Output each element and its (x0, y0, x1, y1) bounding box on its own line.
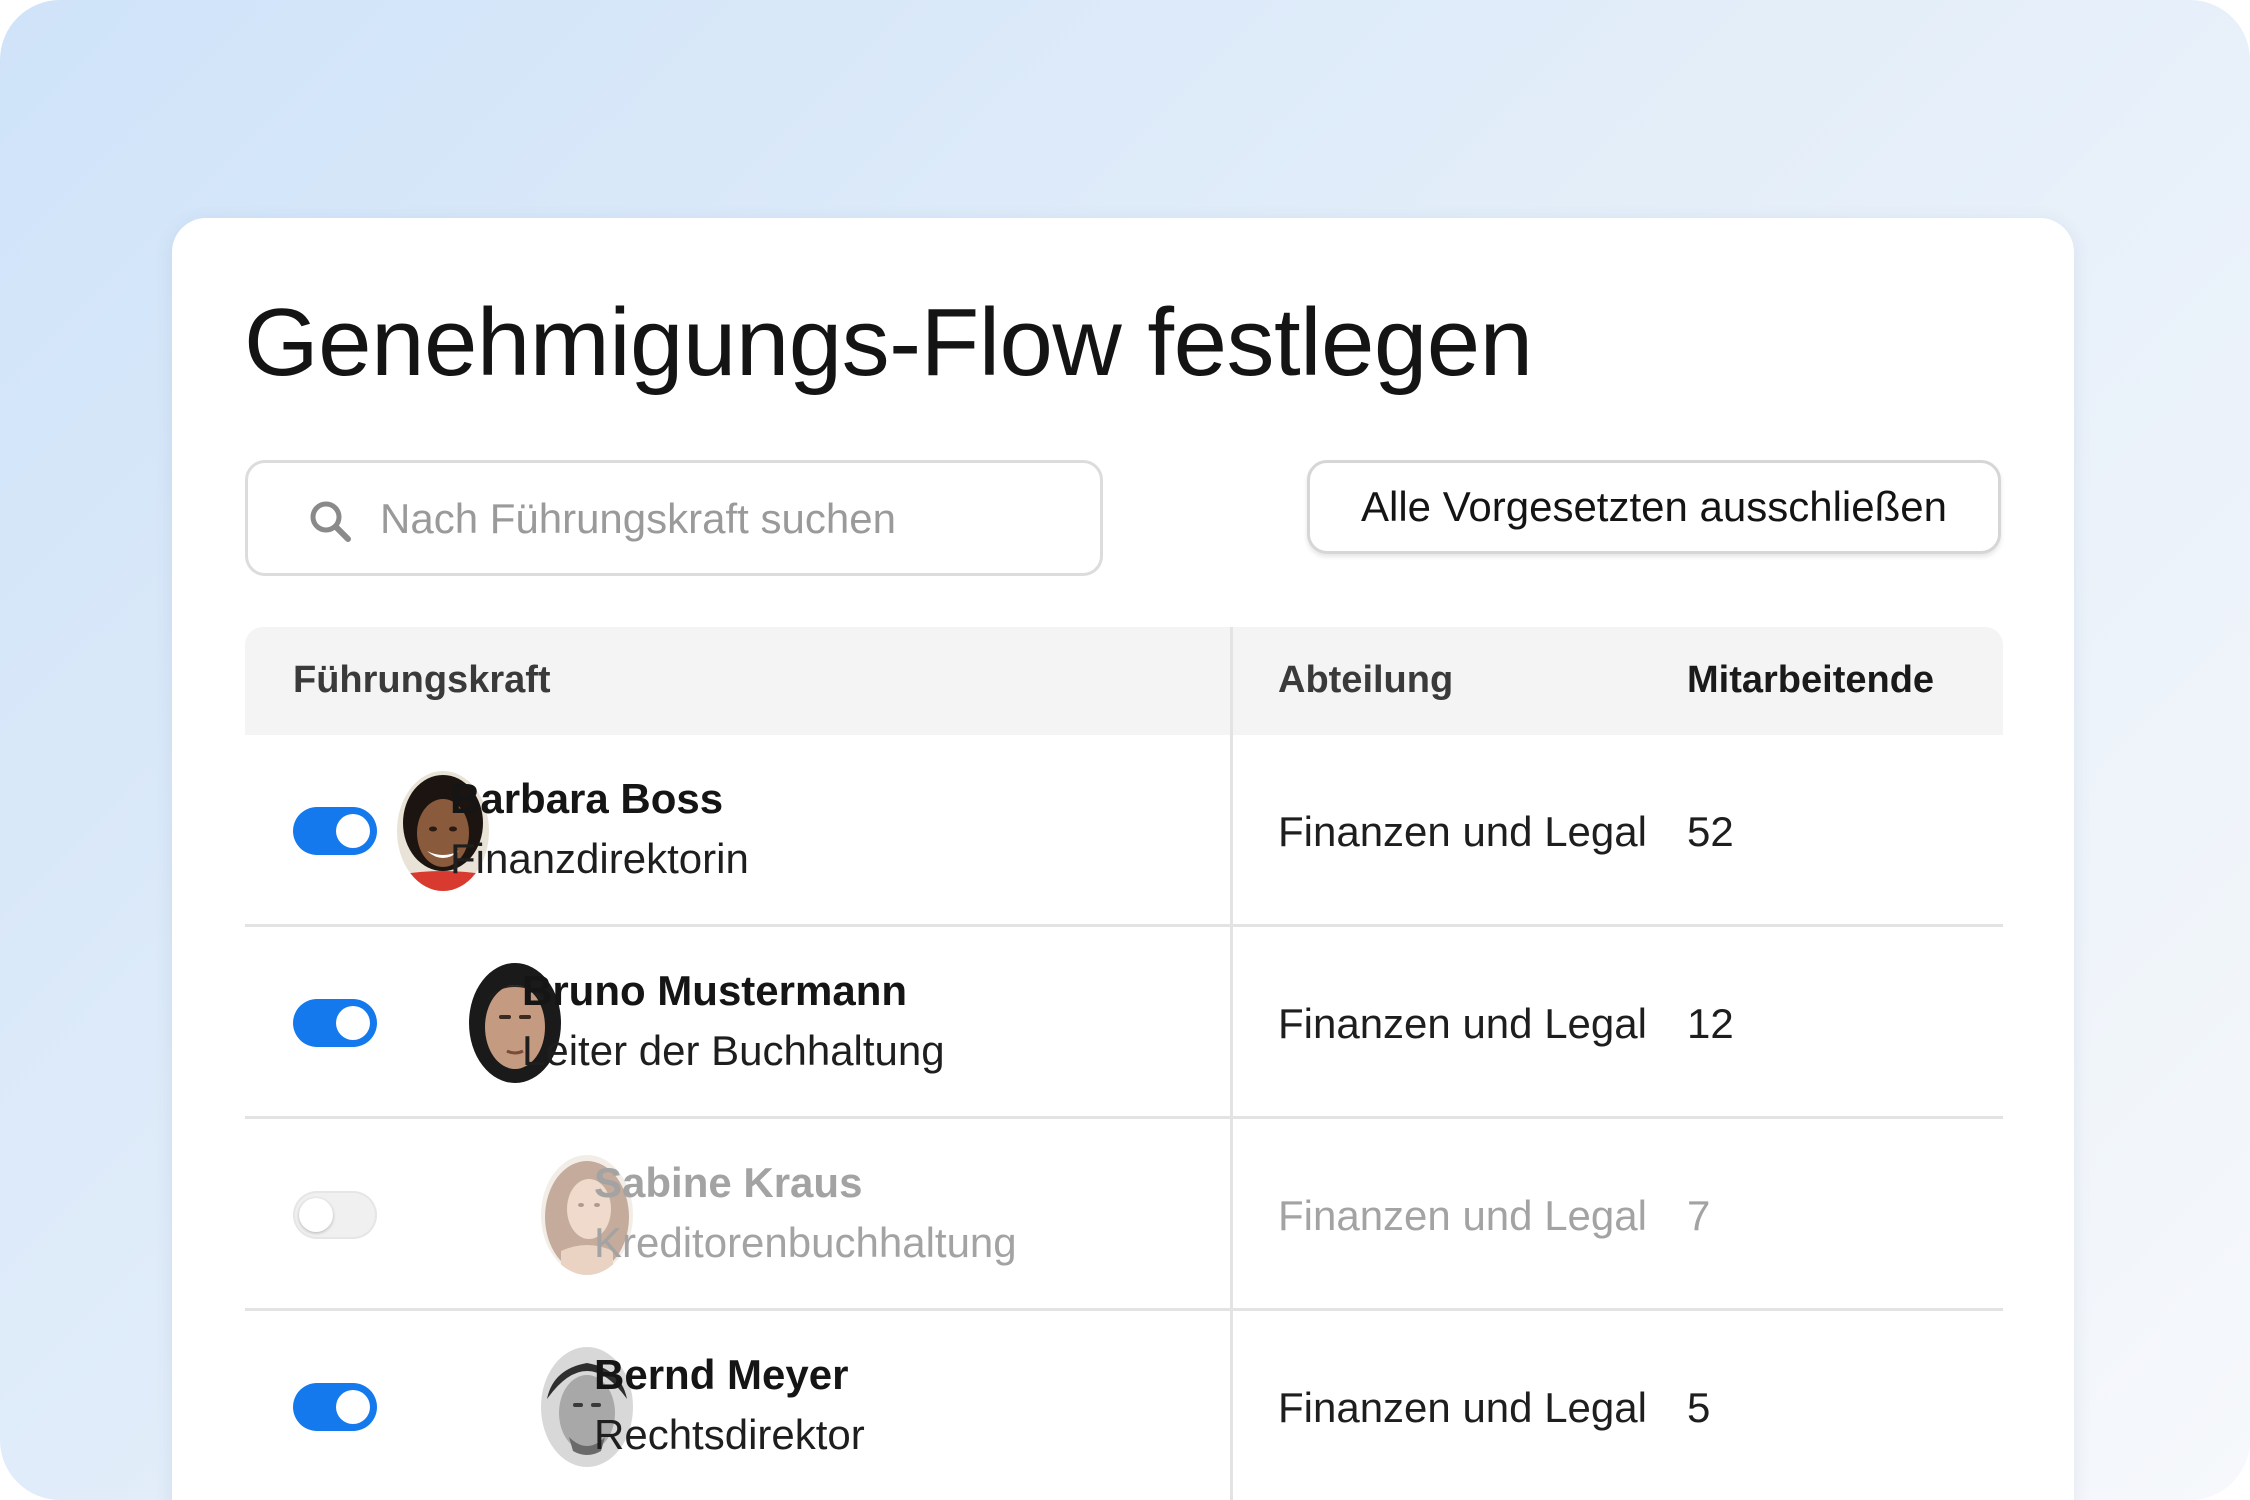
manager-name: Sabine Kraus (594, 1159, 863, 1206)
department-cell: Finanzen und Legal (1278, 1192, 1647, 1239)
table-header: Führungskraft Abteilung Mitarbeitende (245, 627, 2003, 735)
table-row: Bruno Mustermann Leiter der Buchhaltung … (245, 927, 2003, 1119)
manager-role: Finanzdirektorin (450, 835, 749, 882)
toggle-knob (336, 1006, 370, 1040)
manager-name: Barbara Boss (450, 775, 724, 822)
toggle-knob (299, 1198, 333, 1232)
toggle-knob (336, 814, 370, 848)
employee-count-cell: 7 (1687, 1192, 1711, 1239)
page-title: Genehmigungs-Flow festlegen (244, 289, 1533, 396)
employee-count-cell: 12 (1687, 1000, 1734, 1047)
approval-toggle[interactable] (293, 807, 377, 855)
approval-toggle[interactable] (293, 1383, 377, 1431)
manager-role: Leiter der Buchhaltung (522, 1027, 945, 1074)
manager-name: Bernd Meyer (594, 1351, 849, 1398)
search-icon (308, 499, 352, 543)
table-row: Bernd Meyer Rechtsdirektor Finanzen und … (245, 1311, 2003, 1500)
manager-role: Kreditorenbuchhaltung (594, 1219, 1017, 1266)
approval-toggle[interactable] (293, 1191, 377, 1239)
exclude-all-managers-button[interactable]: Alle Vorgesetzten ausschließen (1307, 460, 2001, 554)
search-input[interactable] (380, 483, 1060, 555)
department-cell: Finanzen und Legal (1278, 1000, 1647, 1047)
managers-table: Führungskraft Abteilung Mitarbeitende Ba… (245, 627, 2003, 1500)
search-field[interactable] (245, 460, 1103, 576)
column-header-employees[interactable]: Mitarbeitende (1687, 659, 1934, 702)
department-cell: Finanzen und Legal (1278, 1384, 1647, 1431)
table-row: Barbara Boss Finanzdirektorin Finanzen u… (245, 735, 2003, 927)
department-cell: Finanzen und Legal (1278, 808, 1647, 855)
toggle-knob (336, 1390, 370, 1424)
table-row: Sabine Kraus Kreditorenbuchhaltung Finan… (245, 1119, 2003, 1311)
column-header-department[interactable]: Abteilung (1278, 659, 1453, 702)
employee-count-cell: 52 (1687, 808, 1734, 855)
manager-role: Rechtsdirektor (594, 1411, 865, 1458)
employee-count-cell: 5 (1687, 1384, 1711, 1431)
page-background: Genehmigungs-Flow festlegen Alle Vorgese… (0, 0, 2250, 1500)
column-header-manager[interactable]: Führungskraft (293, 659, 551, 702)
approval-toggle[interactable] (293, 999, 377, 1047)
manager-name: Bruno Mustermann (522, 967, 908, 1014)
approval-flow-card: Genehmigungs-Flow festlegen Alle Vorgese… (172, 218, 2074, 1500)
